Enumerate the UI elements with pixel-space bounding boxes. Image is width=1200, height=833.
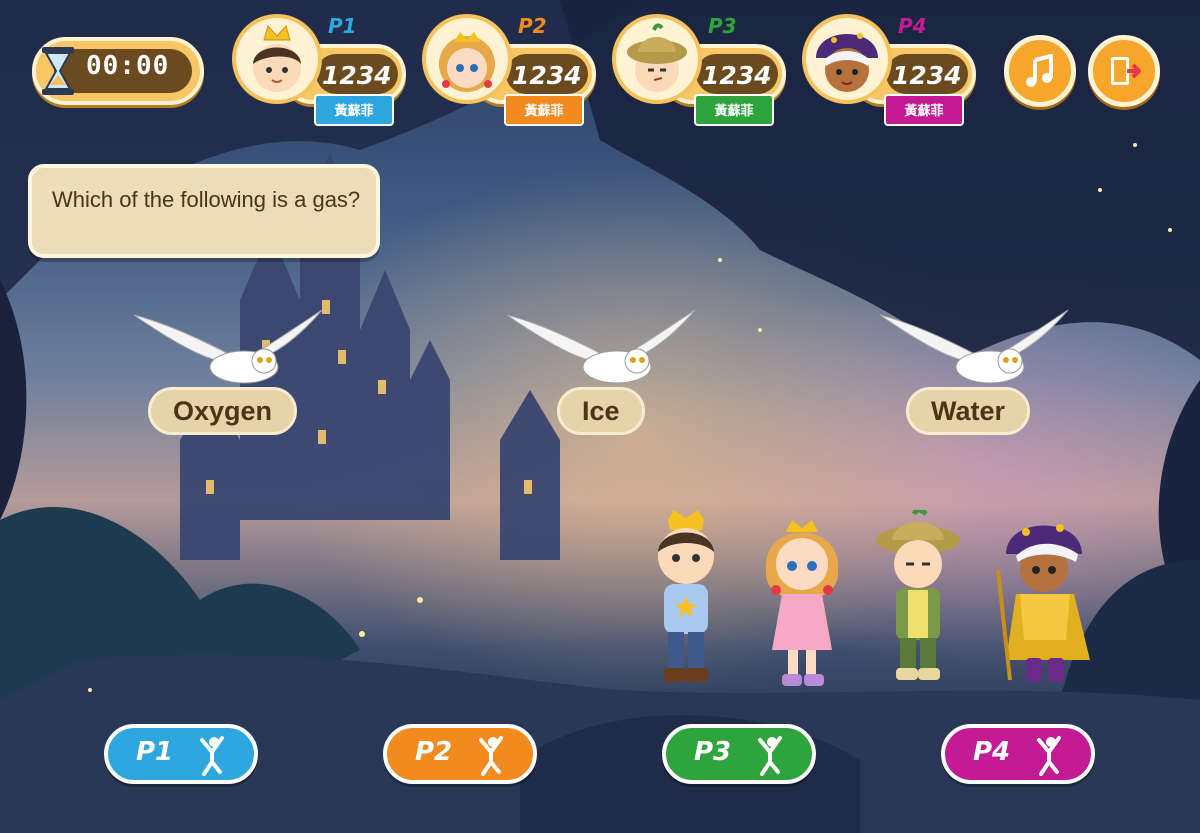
wizard-avatar-icon [816,33,878,92]
exit-button[interactable] [1088,35,1160,107]
answer-label: Ice [557,387,645,435]
flying-owl-icon [879,309,1069,384]
answer-option-2[interactable]: Ice [505,305,705,445]
player-tag: P1 [328,14,357,38]
answer-option-1[interactable]: Oxygen [132,305,332,445]
avatar [802,14,892,104]
player-tag: P4 [898,14,927,38]
p4-jump-button[interactable]: P4 [941,724,1095,784]
p2-jump-button[interactable]: P2 [383,724,537,784]
p3-jump-button[interactable]: P3 [662,724,816,784]
game-scene: 00:00 1234 P1 黃蘇菲 1234 P2 黃蘇菲 1234 P3 黃蘇… [0,0,1200,833]
player-card-p3: 1234 P3 黃蘇菲 [612,10,788,132]
player-name-badge: 黃蘇菲 [884,94,964,126]
explorer-avatar-icon [627,23,687,92]
jumping-person-icon [758,736,782,776]
answer-label: Oxygen [148,387,298,435]
player-score: 1234 [322,61,392,90]
prince-character [658,510,714,682]
timer-display: 00:00 [32,37,204,105]
player-name-badge: 黃蘇菲 [504,94,584,126]
princess-character [765,520,839,686]
flying-owl-icon [506,309,696,384]
player-score: 1234 [512,61,582,90]
player-name-badge: 黃蘇菲 [314,94,394,126]
hourglass-icon [42,47,74,95]
music-note-icon [1026,54,1053,87]
player-card-p1: 1234 P1 黃蘇菲 [232,10,408,132]
p1-button-label: P1 [136,737,174,767]
question-box: Which of the following is a gas? [28,164,380,258]
exit-door-icon [1111,57,1141,85]
answer-label: Water [906,387,1031,435]
explorer-character [876,510,960,680]
flying-owl-icon [133,309,323,384]
player-card-p2: 1234 P2 黃蘇菲 [422,10,598,132]
p4-button-label: P4 [973,737,1011,767]
avatar [232,14,322,104]
avatar [422,14,512,104]
wizard-character [996,524,1090,682]
question-text: Which of the following is a gas? [52,187,361,212]
player-card-p4: 1234 P4 黃蘇菲 [802,10,978,132]
jumping-person-icon [479,736,503,776]
player-score: 1234 [892,61,962,90]
avatar [612,14,702,104]
jumping-person-icon [200,736,224,776]
player-score: 1234 [702,61,772,90]
answer-option-3[interactable]: Water [878,305,1078,445]
player-tag: P2 [518,14,547,38]
player-name-badge: 黃蘇菲 [694,94,774,126]
timer-value: 00:00 [86,51,170,81]
music-toggle-button[interactable] [1004,35,1076,107]
player-tag: P3 [708,14,737,38]
p3-button-label: P3 [694,737,732,767]
princess-avatar-icon [439,32,495,92]
prince-avatar-icon [253,24,301,92]
p1-jump-button[interactable]: P1 [104,724,258,784]
p2-button-label: P2 [415,737,453,767]
jumping-person-icon [1037,736,1061,776]
